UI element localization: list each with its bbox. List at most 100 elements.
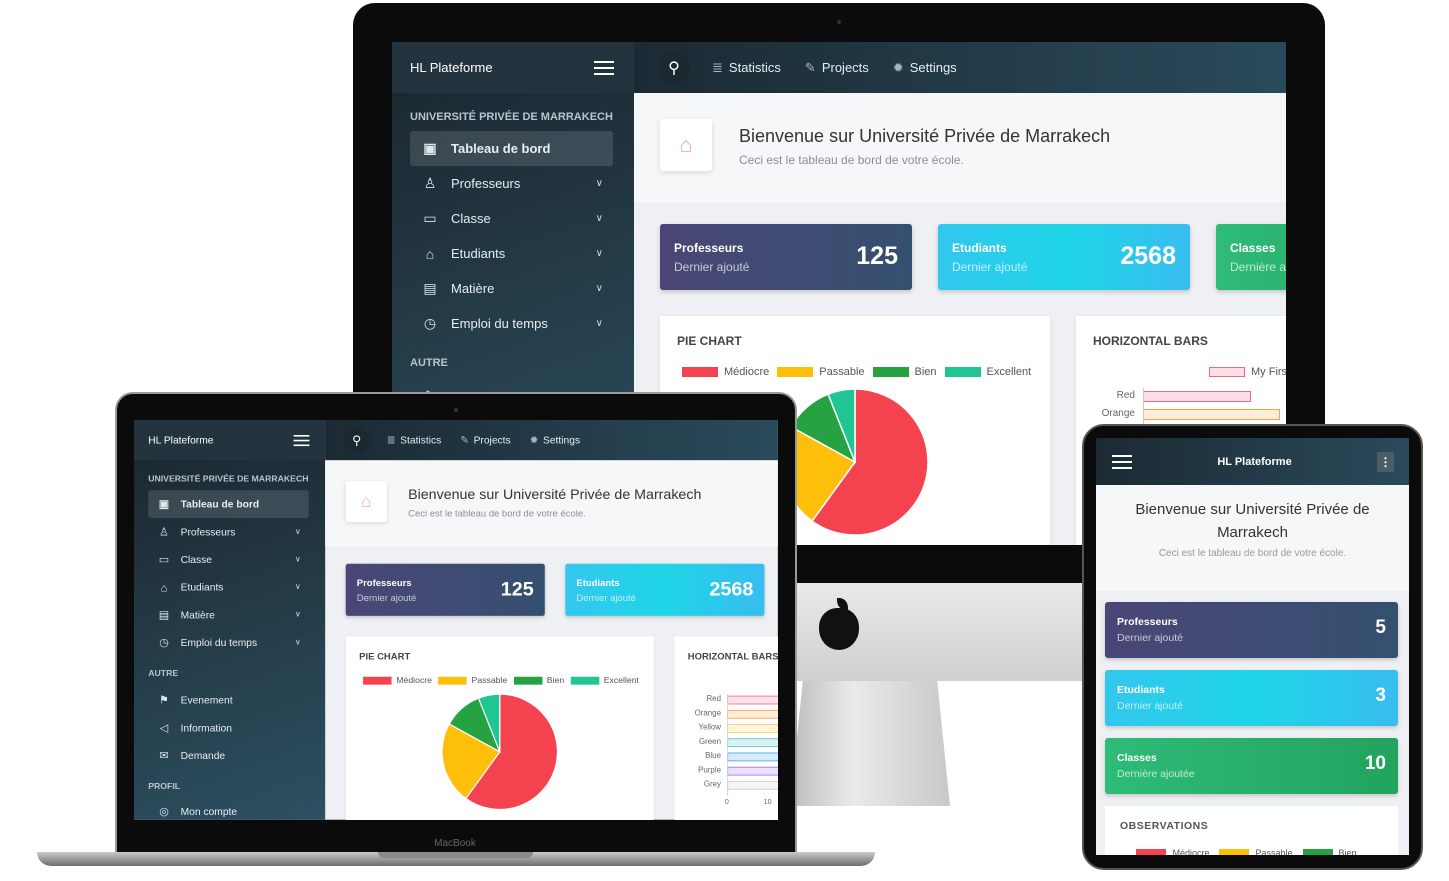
sidebar-item-1[interactable]: ♙ Professeurs ∨: [410, 166, 613, 201]
graduation-cap-icon: ⌂: [160, 580, 168, 594]
bar-blue[interactable]: [727, 752, 778, 762]
apple-logo-icon: [815, 598, 863, 652]
stat-title: Classes: [1230, 241, 1276, 255]
category-label: Orange: [1101, 408, 1135, 419]
sidebar-item-label: Etudiants: [451, 246, 506, 261]
legend-swatch: [1302, 849, 1333, 855]
legend-item[interactable]: Médiocre: [1136, 848, 1209, 855]
nav-projects[interactable]: ✎ Projects: [460, 434, 510, 447]
bar-orange[interactable]: [1143, 409, 1281, 420]
welcome-subtitle: Ceci est le tableau de bord de votre éco…: [1158, 548, 1347, 559]
stat-card-etudiants[interactable]: Etudiants Dernier ajouté 2568: [565, 563, 765, 616]
stat-value: 5: [1375, 617, 1386, 638]
chart-title: HORIZONTAL BARS: [687, 650, 778, 662]
bar-grey[interactable]: [727, 781, 778, 790]
sidebar-item-0[interactable]: ▣ Tableau de bord: [148, 490, 309, 518]
nav-statistics[interactable]: ≣ Statistics: [387, 434, 441, 447]
edit-icon: ✎: [460, 433, 469, 446]
stat-value: 125: [856, 242, 898, 270]
alarm-clock-icon: ◷: [423, 315, 437, 331]
users-icon: ♙: [423, 175, 437, 191]
nav-settings[interactable]: ✹ Settings: [893, 60, 957, 76]
legend-item[interactable]: My First: [1209, 366, 1286, 378]
welcome-subtitle: Ceci est le tableau de bord de votre éco…: [739, 153, 964, 167]
sidebar-item-label: Classe: [451, 211, 491, 226]
graduation-cap-icon: ⌂: [425, 245, 435, 262]
legend-label: Médiocre: [1172, 848, 1210, 855]
category-label: Red: [1116, 390, 1135, 401]
sidebar-item-label: Professeurs: [180, 525, 236, 538]
monitor-camera: [837, 20, 841, 24]
chevron-down-icon: ∨: [595, 248, 603, 259]
hamburger-menu-icon[interactable]: [594, 60, 614, 75]
nav-settings[interactable]: ✹ Settings: [530, 434, 580, 447]
nav-projects[interactable]: ✎ Projects: [805, 60, 869, 76]
bar-orange[interactable]: [727, 709, 778, 719]
chart-legend: MédiocrePassableBienExcellent: [1120, 848, 1383, 855]
category-label: Blue: [705, 751, 721, 761]
chevron-down-icon: ∨: [294, 638, 301, 647]
monitor-stand: [790, 681, 950, 806]
main-content: ⌂ Bienvenue sur Université Privée de Marr…: [325, 460, 778, 820]
sidebar-item-3[interactable]: ⌂ Etudiants ∨: [410, 236, 613, 271]
sidebar-item-label: Information: [180, 721, 232, 734]
stat-card-etudiants[interactable]: Etudiants Dernier ajouté 2568: [938, 224, 1190, 290]
database-icon: ≣: [712, 59, 723, 75]
sidebar-item-label: Etudiants: [180, 581, 224, 594]
nav-label: Settings: [909, 60, 957, 75]
stat-value: 10: [1364, 753, 1386, 774]
nav-statistics[interactable]: ≣ Statistics: [712, 60, 781, 76]
sidebar-item-3[interactable]: ⌂ Etudiants ∨: [148, 573, 308, 601]
sidebar-item-5[interactable]: ◷ Emploi du temps ∨: [148, 629, 308, 657]
hamburger-menu-icon[interactable]: [1112, 454, 1132, 469]
top-header: ⚲ ≣ Statistics ✎ Projects ✹ Settings: [634, 42, 1286, 93]
search-icon[interactable]: ⚲: [344, 427, 370, 453]
welcome-banner: ⌂ Bienvenue sur Université Privée de Marr…: [325, 460, 778, 547]
chart-title: HORIZONTAL BARS: [1093, 334, 1208, 348]
welcome-subtitle: Ceci est le tableau de bord de votre éco…: [408, 507, 586, 519]
stat-card-professeurs[interactable]: Professeurs Dernier ajouté 125: [660, 224, 912, 290]
folder-icon: ▭: [158, 552, 170, 566]
search-icon[interactable]: ⚲: [658, 51, 690, 84]
sidebar-item-1[interactable]: ♙ Professeurs ∨: [148, 518, 308, 546]
sidebar-item-profile-0[interactable]: ◎ Mon compte: [148, 798, 308, 820]
stat-card-professeurs[interactable]: Professeurs Dernier ajouté 125: [345, 563, 545, 616]
sidebar-item-label: Emploi du temps: [180, 636, 258, 649]
bar-green[interactable]: [727, 738, 778, 748]
legend-item[interactable]: Bien: [1302, 848, 1357, 855]
sidebar-item-4[interactable]: ▤ Matière ∨: [410, 271, 613, 306]
sidebar-item-label: Tableau de bord: [451, 141, 551, 156]
hamburger-menu-icon[interactable]: [293, 434, 310, 446]
chevron-down-icon: ∨: [595, 213, 603, 224]
presentation-board-icon: ▣: [423, 140, 437, 156]
sidebar-item-0[interactable]: ▣ Tableau de bord: [410, 131, 613, 166]
sidebar: HL Plateforme UNIVERSITÉ PRIVÉE DE MARRAK…: [134, 420, 326, 820]
sidebar-item-other-1[interactable]: ◁ Information: [148, 714, 308, 742]
chevron-down-icon: ∨: [595, 318, 603, 329]
laptop-screen: HL Plateforme UNIVERSITÉ PRIVÉE DE MARRAK…: [134, 420, 778, 820]
bar-yellow[interactable]: [727, 724, 778, 733]
stat-card-classes[interactable]: Classes Dernière ajoutée 10: [1105, 738, 1398, 794]
signpost-icon: ⚑: [159, 693, 169, 706]
stat-card-etudiants[interactable]: Etudiants Dernier ajouté 3: [1105, 670, 1398, 726]
bar-red[interactable]: [727, 695, 778, 705]
stat-title: Etudiants: [1117, 684, 1165, 696]
sidebar-item-4[interactable]: ▤ Matière ∨: [148, 601, 308, 629]
clipboard-icon: ▤: [158, 608, 170, 621]
bar-red[interactable]: [1143, 391, 1251, 402]
sidebar-item-other-2[interactable]: ✉ Demande: [148, 742, 308, 770]
stat-card-classes[interactable]: ClassesDernière ajoutée10: [1216, 224, 1286, 290]
sidebar-item-other-0[interactable]: ⚑ Evenement: [148, 686, 308, 714]
sidebar-item-label: Matière: [451, 281, 495, 296]
sidebar-item-5[interactable]: ◷ Emploi du temps ∨: [410, 306, 613, 341]
gear-icon: ✹: [892, 59, 904, 75]
stat-subtitle: Dernière ajoutée: [1230, 260, 1286, 274]
legend-item[interactable]: Passable: [1219, 848, 1293, 855]
bar-purple[interactable]: [727, 766, 778, 776]
stat-card-professeurs[interactable]: Professeurs Dernier ajouté 5: [1105, 602, 1398, 658]
stat-value: 2568: [1120, 242, 1176, 270]
sidebar-item-2[interactable]: ▭ Classe ∨: [410, 201, 613, 236]
sidebar-item-2[interactable]: ▭ Classe ∨: [148, 546, 308, 574]
chevron-down-icon: ∨: [595, 283, 603, 294]
more-options-icon[interactable]: ⋮: [1377, 451, 1394, 472]
